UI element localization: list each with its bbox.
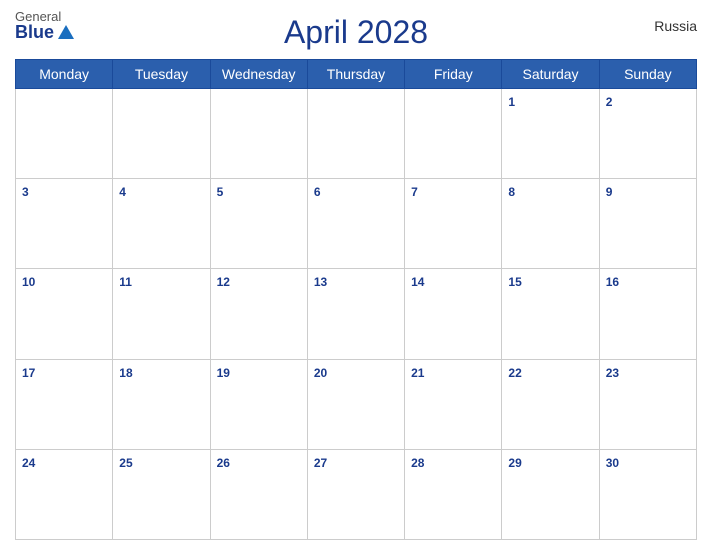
calendar-day-cell: 13 — [307, 269, 404, 359]
calendar-day-cell: 14 — [405, 269, 502, 359]
calendar-day-cell: 21 — [405, 359, 502, 449]
calendar-day-cell: 16 — [599, 269, 696, 359]
day-number: 25 — [119, 456, 132, 470]
weekday-header-row: MondayTuesdayWednesdayThursdayFridaySatu… — [16, 60, 697, 89]
weekday-header: Wednesday — [210, 60, 307, 89]
weekday-header: Thursday — [307, 60, 404, 89]
calendar-table: MondayTuesdayWednesdayThursdayFridaySatu… — [15, 59, 697, 540]
weekday-header: Saturday — [502, 60, 599, 89]
calendar-day-cell: 11 — [113, 269, 210, 359]
weekday-header: Monday — [16, 60, 113, 89]
calendar-day-cell: 8 — [502, 179, 599, 269]
calendar-day-cell: 5 — [210, 179, 307, 269]
calendar-day-cell — [405, 89, 502, 179]
calendar-day-cell: 20 — [307, 359, 404, 449]
day-number: 11 — [119, 275, 132, 289]
calendar-day-cell — [307, 89, 404, 179]
calendar-day-cell — [113, 89, 210, 179]
day-number: 17 — [22, 366, 35, 380]
logo-triangle-icon — [58, 25, 74, 39]
day-number: 4 — [119, 185, 126, 199]
country-label: Russia — [654, 18, 697, 34]
day-number: 23 — [606, 366, 619, 380]
day-number: 16 — [606, 275, 619, 289]
day-number: 20 — [314, 366, 327, 380]
calendar-week-row: 24 25 26 27 28 29 30 — [16, 449, 697, 539]
day-number: 10 — [22, 275, 35, 289]
page-title: April 2028 — [284, 14, 428, 51]
day-number: 9 — [606, 185, 613, 199]
calendar-day-cell: 2 — [599, 89, 696, 179]
calendar-day-cell — [210, 89, 307, 179]
day-number: 12 — [217, 275, 230, 289]
day-number: 3 — [22, 185, 29, 199]
calendar-header: General Blue April 2028 Russia — [15, 10, 697, 51]
calendar-day-cell: 4 — [113, 179, 210, 269]
calendar-day-cell: 17 — [16, 359, 113, 449]
day-number: 14 — [411, 275, 424, 289]
weekday-header: Friday — [405, 60, 502, 89]
day-number: 2 — [606, 95, 613, 109]
day-number: 13 — [314, 275, 327, 289]
weekday-header: Tuesday — [113, 60, 210, 89]
day-number: 22 — [508, 366, 521, 380]
logo-blue: Blue — [15, 23, 74, 41]
calendar-day-cell: 23 — [599, 359, 696, 449]
day-number: 6 — [314, 185, 321, 199]
day-number: 18 — [119, 366, 132, 380]
day-number: 8 — [508, 185, 515, 199]
day-number: 28 — [411, 456, 424, 470]
calendar-week-row: 17 18 19 20 21 22 23 — [16, 359, 697, 449]
day-number: 24 — [22, 456, 35, 470]
calendar-day-cell: 18 — [113, 359, 210, 449]
day-number: 5 — [217, 185, 224, 199]
logo: General Blue — [15, 10, 74, 41]
calendar-week-row: 10 11 12 13 14 15 16 — [16, 269, 697, 359]
calendar-day-cell: 12 — [210, 269, 307, 359]
day-number: 15 — [508, 275, 521, 289]
calendar-day-cell: 30 — [599, 449, 696, 539]
calendar-day-cell: 9 — [599, 179, 696, 269]
calendar-day-cell: 28 — [405, 449, 502, 539]
calendar-day-cell: 27 — [307, 449, 404, 539]
calendar-day-cell: 6 — [307, 179, 404, 269]
day-number: 26 — [217, 456, 230, 470]
day-number: 27 — [314, 456, 327, 470]
calendar-day-cell: 29 — [502, 449, 599, 539]
day-number: 21 — [411, 366, 424, 380]
day-number: 30 — [606, 456, 619, 470]
calendar-day-cell: 15 — [502, 269, 599, 359]
calendar-day-cell: 3 — [16, 179, 113, 269]
calendar-day-cell — [16, 89, 113, 179]
calendar-day-cell: 10 — [16, 269, 113, 359]
calendar-day-cell: 24 — [16, 449, 113, 539]
day-number: 29 — [508, 456, 521, 470]
day-number: 7 — [411, 185, 418, 199]
calendar-week-row: 3 4 5 6 7 8 9 — [16, 179, 697, 269]
day-number: 1 — [508, 95, 515, 109]
calendar-day-cell: 19 — [210, 359, 307, 449]
calendar-day-cell: 22 — [502, 359, 599, 449]
calendar-day-cell: 26 — [210, 449, 307, 539]
calendar-day-cell: 7 — [405, 179, 502, 269]
calendar-week-row: 12 — [16, 89, 697, 179]
day-number: 19 — [217, 366, 230, 380]
calendar-day-cell: 1 — [502, 89, 599, 179]
weekday-header: Sunday — [599, 60, 696, 89]
calendar-day-cell: 25 — [113, 449, 210, 539]
